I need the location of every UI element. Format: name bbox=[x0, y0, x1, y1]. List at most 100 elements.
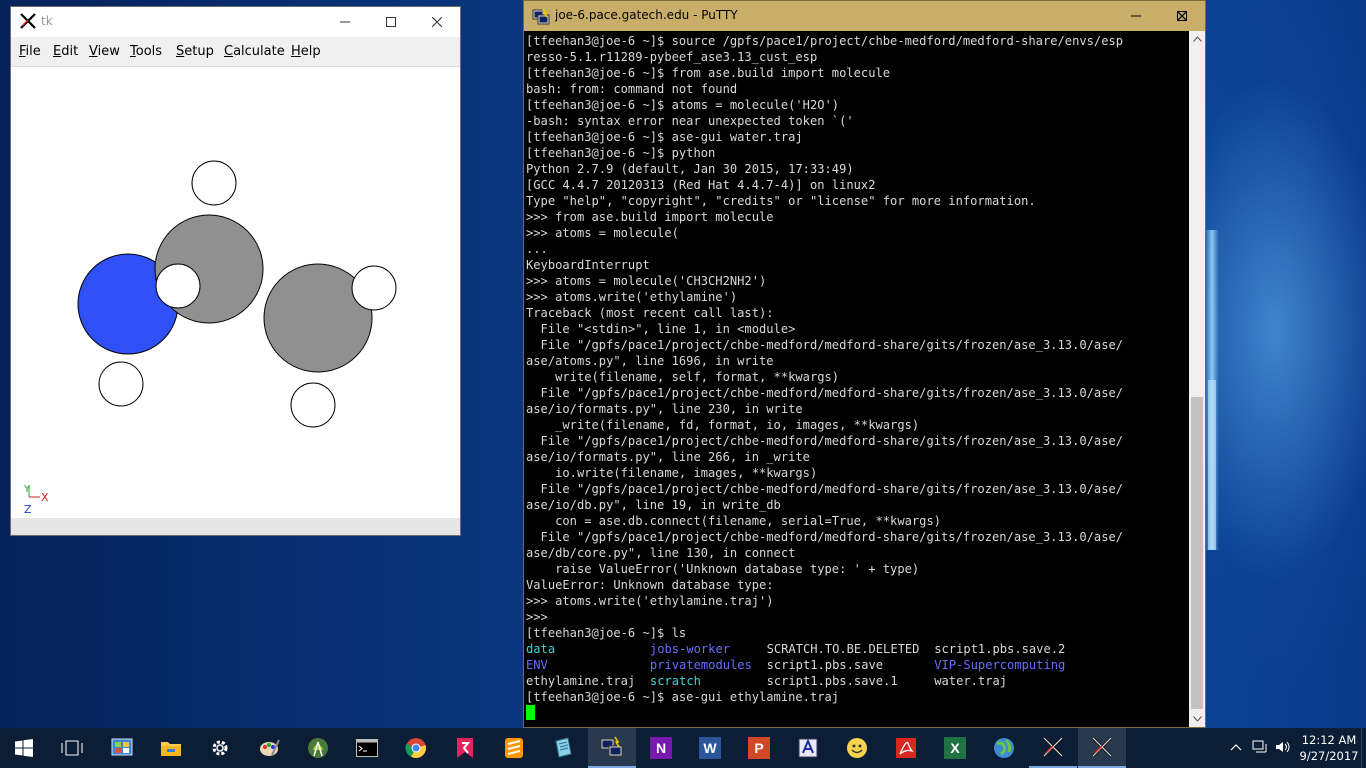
taskbar-command-prompt[interactable] bbox=[343, 728, 391, 768]
excel-letter: X bbox=[950, 740, 960, 756]
molecule-canvas[interactable]: X Y Z bbox=[11, 67, 460, 518]
taskbar-sublime-text[interactable] bbox=[490, 728, 538, 768]
terminal-line: write(filename, self, format, **kwargs) bbox=[526, 370, 840, 384]
menu-calculate[interactable]: Calculate bbox=[224, 44, 285, 59]
taskbar-acrobat[interactable] bbox=[882, 728, 930, 768]
menu-setup[interactable]: Setup bbox=[176, 44, 214, 59]
putty-window: joe-6.pace.gatech.edu - PuTTY [tfeehan3@… bbox=[523, 0, 1206, 728]
terminal-line: ase/io/formats.py", line 230, in write bbox=[526, 402, 803, 416]
terminal-line: File "/gpfs/pace1/project/chbe-medford/m… bbox=[526, 386, 1124, 400]
terminal-line: -bash: syntax error near unexpected toke… bbox=[526, 114, 854, 128]
paint-tool-icon bbox=[798, 738, 818, 758]
x-logo-icon bbox=[20, 13, 36, 29]
hydrogen-atom[interactable] bbox=[290, 382, 336, 428]
taskbar-android-studio[interactable] bbox=[294, 728, 342, 768]
ls-entry: script1.pbs.save.1 bbox=[766, 674, 898, 688]
tk-titlebar[interactable]: tk bbox=[11, 7, 460, 37]
terminal-line: [tfeehan3@joe-6 ~]$ from ase.build impor… bbox=[526, 66, 891, 80]
scroll-thumb[interactable] bbox=[1191, 397, 1203, 709]
terminal-line: raise ValueError('Unknown database type:… bbox=[526, 562, 920, 576]
taskbar-file-explorer[interactable] bbox=[147, 728, 195, 768]
onenote-icon: N bbox=[650, 737, 672, 759]
task-view-button[interactable] bbox=[48, 728, 96, 768]
terminal-line: Python 2.7.9 (default, Jan 30 2015, 17:3… bbox=[526, 162, 854, 176]
terminal-scrollbar[interactable] bbox=[1189, 31, 1205, 727]
show-hidden-icons-chevron-icon[interactable] bbox=[1230, 743, 1242, 751]
terminal-line: File "<stdin>", line 1, in <module> bbox=[526, 322, 796, 336]
terminal-line: Type "help", "copyright", "credits" or "… bbox=[526, 194, 1036, 208]
terminal-output: [tfeehan3@joe-6 ~]$ source /gpfs/pace1/p… bbox=[526, 33, 1123, 721]
terminal-line: _write(filename, fd, format, io, images,… bbox=[526, 418, 920, 432]
taskbar-chrome[interactable] bbox=[392, 728, 440, 768]
terminal-line: io.write(filename, images, **kwargs) bbox=[526, 466, 818, 480]
taskbar-putty[interactable] bbox=[588, 728, 636, 768]
menu-view[interactable]: View bbox=[89, 44, 120, 59]
menu-tools[interactable]: Tools bbox=[130, 44, 162, 59]
minimize-button[interactable] bbox=[1113, 1, 1159, 31]
menu-file[interactable]: File bbox=[19, 44, 41, 59]
ls-entry: script1.pbs.save.2 bbox=[934, 642, 1066, 656]
taskbar-xming-2[interactable] bbox=[1078, 728, 1126, 768]
taskbar-xming-1[interactable] bbox=[1029, 728, 1077, 768]
taskbar-paint-tool[interactable] bbox=[784, 728, 832, 768]
taskbar-cygwin[interactable] bbox=[441, 728, 489, 768]
hydrogen-atom[interactable] bbox=[155, 263, 201, 309]
taskbar-onenote[interactable]: N bbox=[637, 728, 685, 768]
minimize-icon bbox=[1131, 15, 1141, 17]
maximize-button[interactable] bbox=[368, 7, 414, 37]
close-button[interactable] bbox=[414, 7, 460, 37]
ls-entry: VIP-Supercomputing bbox=[934, 658, 1066, 672]
terminal-line: >>> atoms = molecule('CH3CH2NH2') bbox=[526, 274, 767, 288]
scroll-down-button[interactable] bbox=[1189, 711, 1205, 727]
menu-label: elp bbox=[300, 44, 321, 59]
scroll-up-button[interactable] bbox=[1189, 31, 1205, 47]
clock-date: 9/27/2017 bbox=[1299, 749, 1359, 763]
ls-output-row: ENV privatemodules script1.pbs.save VIP-Sup… bbox=[526, 657, 1123, 673]
terminal-line: [tfeehan3@joe-6 ~]$ atoms = molecule('H2… bbox=[526, 98, 840, 112]
putty-titlebar[interactable]: joe-6.pace.gatech.edu - PuTTY bbox=[524, 1, 1205, 31]
ls-entry: SCRATCH.TO.BE.DELETED bbox=[766, 642, 920, 656]
axis-x-label: X bbox=[41, 491, 49, 504]
taskbar-powerpoint[interactable]: P bbox=[735, 728, 783, 768]
terminal-line: >>> atoms.write('ethylamine') bbox=[526, 290, 738, 304]
notepad-icon bbox=[555, 737, 572, 758]
terminal-line: >>> atoms.write('ethylamine.traj') bbox=[526, 594, 774, 608]
start-button[interactable] bbox=[0, 728, 48, 768]
menu-bar: File Edit View Tools Setup Calculate Hel… bbox=[11, 37, 460, 67]
taskbar: N W P X 12:12 AM 9/27/2017 bbox=[0, 728, 1366, 768]
hydrogen-atom[interactable] bbox=[191, 160, 237, 206]
taskbar-control-panel[interactable] bbox=[98, 728, 146, 768]
axis-z-label: Z bbox=[24, 503, 32, 516]
terminal[interactable]: [tfeehan3@joe-6 ~]$ source /gpfs/pace1/p… bbox=[524, 31, 1189, 727]
menu-help[interactable]: Help bbox=[291, 44, 321, 59]
sublime-text-icon bbox=[505, 738, 523, 758]
chevron-down-icon bbox=[1192, 716, 1202, 722]
hydrogen-atom[interactable] bbox=[351, 265, 397, 311]
ls-entry: ethylamine.traj bbox=[526, 674, 636, 688]
network-icon[interactable] bbox=[1252, 740, 1268, 754]
axes-indicator: X Y Z bbox=[23, 484, 49, 516]
terminal-line: ase/db/core.py", line 130, in connect bbox=[526, 546, 796, 560]
acrobat-icon bbox=[896, 738, 916, 758]
taskbar-settings[interactable] bbox=[196, 728, 244, 768]
taskbar-notepad[interactable] bbox=[539, 728, 587, 768]
putty-icon bbox=[600, 736, 623, 757]
volume-icon[interactable] bbox=[1275, 740, 1291, 754]
xming-icon bbox=[1091, 736, 1113, 758]
terminal-line: [tfeehan3@joe-6 ~]$ python bbox=[526, 146, 716, 160]
system-clock[interactable]: 12:12 AM 9/27/2017 bbox=[1298, 732, 1360, 764]
file-explorer-icon bbox=[161, 742, 181, 756]
minimize-button[interactable] bbox=[322, 7, 368, 37]
taskbar-word[interactable]: W bbox=[686, 728, 734, 768]
terminal-line: bash: from: command not found bbox=[526, 82, 738, 96]
notification-center-button[interactable] bbox=[1361, 728, 1366, 768]
hydrogen-atom[interactable] bbox=[98, 361, 144, 407]
close-button[interactable] bbox=[1159, 1, 1205, 31]
menu-label: iew bbox=[97, 44, 120, 59]
paint-icon bbox=[260, 739, 280, 756]
taskbar-excel[interactable]: X bbox=[931, 728, 979, 768]
menu-edit[interactable]: Edit bbox=[53, 44, 78, 59]
taskbar-smiley-app[interactable] bbox=[833, 728, 881, 768]
taskbar-paint[interactable] bbox=[245, 728, 293, 768]
taskbar-globe-app[interactable] bbox=[980, 728, 1028, 768]
